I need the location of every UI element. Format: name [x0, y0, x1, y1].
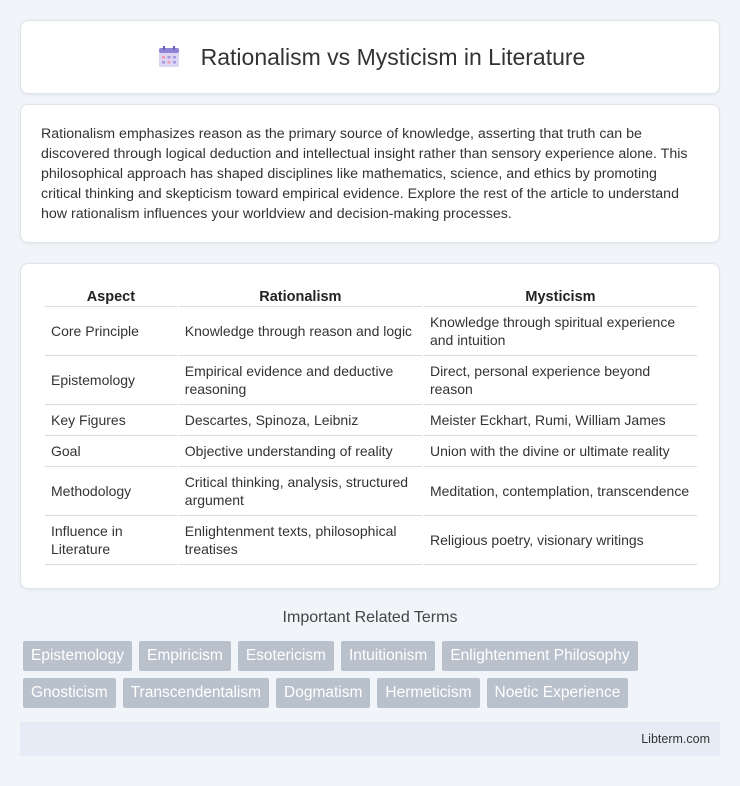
mysticism-cell: Religious poetry, visionary writings	[423, 516, 697, 565]
mysticism-cell: Knowledge through spiritual experience a…	[423, 307, 697, 356]
aspect-cell: Methodology	[45, 467, 177, 516]
related-terms-tags: Epistemology Empiricism Esotericism Intu…	[23, 641, 723, 715]
tag-intuitionism[interactable]: Intuitionism	[340, 641, 436, 671]
intro-card: Rationalism emphasizes reason as the pri…	[20, 104, 720, 243]
table-header-row: Aspect Rationalism Mysticism	[45, 284, 697, 307]
tag-esotericism[interactable]: Esotericism	[237, 641, 334, 671]
tag-row: Gnosticism Transcendentalism Dogmatism H…	[23, 678, 723, 708]
table-row: Influence in Literature Enlightenment te…	[45, 516, 697, 565]
tag-row: Epistemology Empiricism Esotericism Intu…	[23, 641, 723, 671]
page-title: Rationalism vs Mysticism in Literature	[200, 43, 586, 70]
tag-epistemology[interactable]: Epistemology	[23, 641, 133, 671]
rationalism-cell: Objective understanding of reality	[178, 436, 422, 467]
rationalism-cell: Critical thinking, analysis, structured …	[178, 467, 422, 516]
header-card: Rationalism vs Mysticism in Literature	[20, 20, 720, 94]
tag-enlightenment-philosophy[interactable]: Enlightenment Philosophy	[442, 641, 638, 671]
header-aspect: Aspect	[45, 284, 177, 307]
table-row: Goal Objective understanding of reality …	[45, 436, 697, 467]
aspect-cell: Influence in Literature	[45, 516, 177, 565]
table-row: Key Figures Descartes, Spinoza, Leibniz …	[45, 405, 697, 436]
tag-hermeticism[interactable]: Hermeticism	[377, 678, 480, 708]
table-row: Core Principle Knowledge through reason …	[45, 307, 697, 356]
related-terms-title: Important Related Terms	[282, 609, 458, 626]
header-rationalism: Rationalism	[178, 284, 422, 307]
aspect-cell: Key Figures	[45, 405, 177, 436]
comparison-card: Aspect Rationalism Mysticism Core Princi…	[20, 263, 720, 589]
mysticism-cell: Meister Eckhart, Rumi, William James	[423, 405, 697, 436]
tag-empiricism[interactable]: Empiricism	[139, 641, 231, 671]
mysticism-cell: Meditation, contemplation, transcendence	[423, 467, 697, 516]
rationalism-cell: Enlightenment texts, philosophical treat…	[178, 516, 422, 565]
rationalism-cell: Descartes, Spinoza, Leibniz	[178, 405, 422, 436]
aspect-cell: Core Principle	[45, 307, 177, 356]
table-row: Methodology Critical thinking, analysis,…	[45, 467, 697, 516]
tag-gnosticism[interactable]: Gnosticism	[23, 678, 116, 708]
mysticism-cell: Direct, personal experience beyond reaso…	[423, 356, 697, 405]
intro-text: Rationalism emphasizes reason as the pri…	[41, 126, 688, 222]
aspect-cell: Goal	[45, 436, 177, 467]
calendar-icon	[155, 43, 183, 71]
comparison-table: Aspect Rationalism Mysticism Core Princi…	[43, 284, 699, 565]
tag-dogmatism[interactable]: Dogmatism	[276, 678, 371, 708]
mysticism-cell: Union with the divine or ultimate realit…	[423, 436, 697, 467]
tag-transcendentalism[interactable]: Transcendentalism	[122, 678, 270, 708]
rationalism-cell: Knowledge through reason and logic	[178, 307, 422, 356]
table-row: Epistemology Empirical evidence and dedu…	[45, 356, 697, 405]
footer: Libterm.com	[20, 722, 720, 756]
rationalism-cell: Empirical evidence and deductive reasoni…	[178, 356, 422, 405]
tag-noetic-experience[interactable]: Noetic Experience	[486, 678, 629, 708]
footer-site-link[interactable]: Libterm.com	[641, 732, 710, 746]
aspect-cell: Epistemology	[45, 356, 177, 405]
header-mysticism: Mysticism	[423, 284, 697, 307]
title-wrap: Rationalism vs Mysticism in Literature	[155, 43, 586, 71]
